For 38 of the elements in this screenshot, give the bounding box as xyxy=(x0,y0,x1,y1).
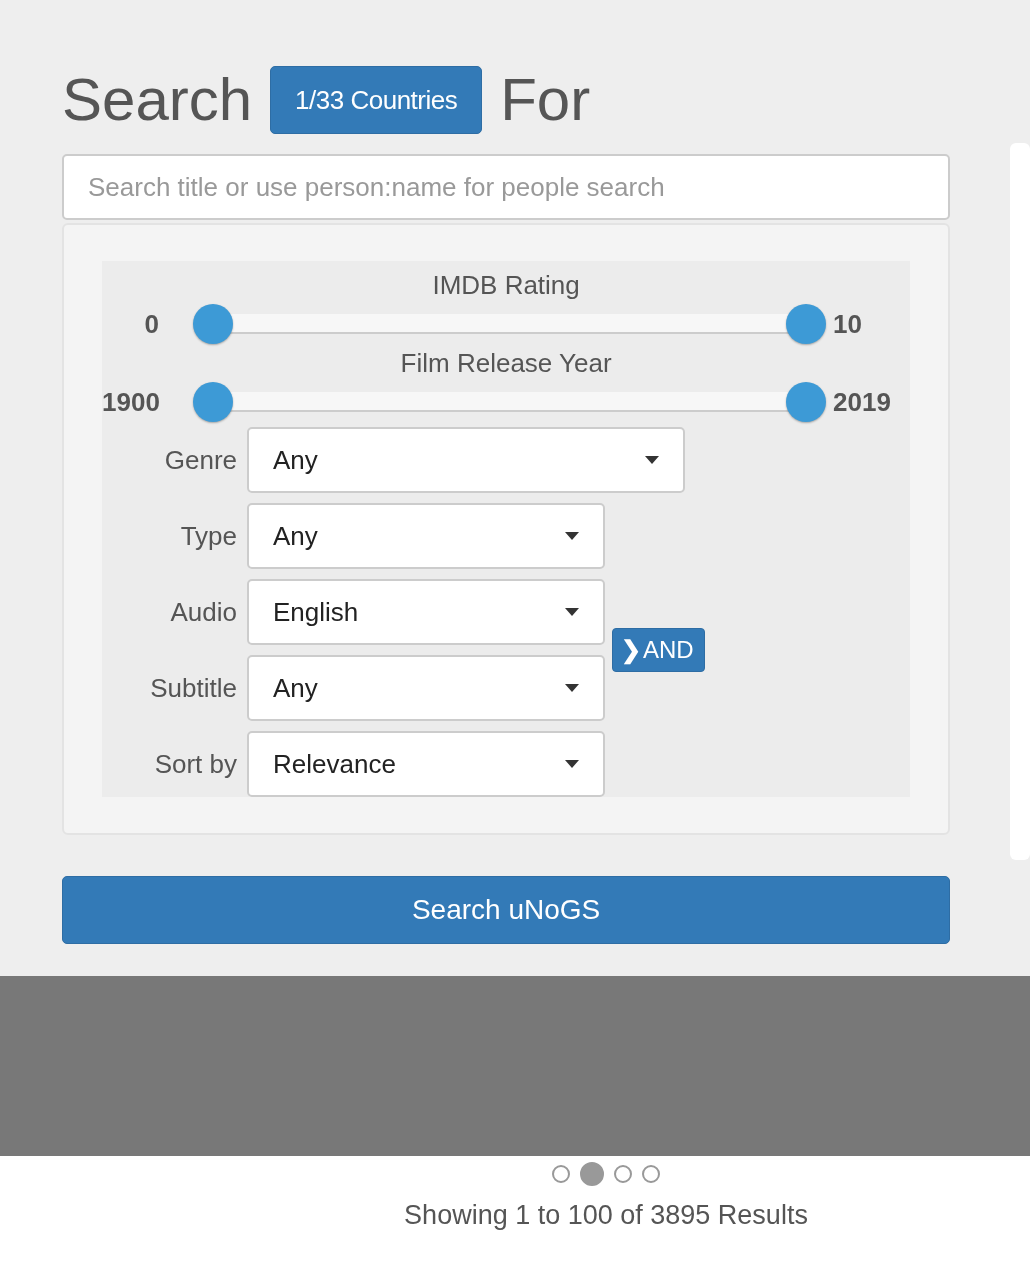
filter-label: Type xyxy=(179,520,238,552)
dropdown[interactable]: Any xyxy=(247,503,605,569)
dropdown[interactable]: Relevance xyxy=(247,731,605,797)
search-field[interactable]: Search title or use person:name for people search xyxy=(62,154,951,220)
filter-label: Sort by xyxy=(153,748,238,780)
filter-label: Audio xyxy=(169,596,238,628)
slider-thumb[interactable] xyxy=(786,304,826,344)
slider-min-value: 1900 xyxy=(102,386,161,418)
caret-icon xyxy=(565,684,579,692)
slider-thumb[interactable] xyxy=(786,382,826,422)
range-slider[interactable] xyxy=(193,304,826,344)
dropdown[interactable]: English xyxy=(247,579,605,645)
dropdown[interactable]: Any xyxy=(247,655,605,721)
search-button[interactable]: Search uNoGS xyxy=(62,876,951,944)
dropdown[interactable]: Any xyxy=(247,427,685,493)
carousel-dot[interactable] xyxy=(580,1162,604,1186)
caret-icon xyxy=(645,456,659,464)
caret-icon xyxy=(565,760,579,768)
results-count: Showing 1 to 100 of 3895 Results xyxy=(404,1200,808,1231)
slider-max-value: 2019 xyxy=(833,386,891,418)
caret-icon xyxy=(565,532,579,540)
slider-max-value: 10 xyxy=(833,308,862,340)
slider-thumb[interactable] xyxy=(193,304,233,344)
countries-button[interactable]: 1/33 Countries xyxy=(270,66,483,134)
heading-text: Search xyxy=(62,65,253,135)
and-button[interactable]: ❯AND xyxy=(612,628,705,672)
slider-thumb[interactable] xyxy=(193,382,233,422)
slider-label: IMDB Rating xyxy=(431,269,581,301)
heading-text: For xyxy=(500,65,591,135)
carousel-dot[interactable] xyxy=(552,1165,570,1183)
carousel-dot[interactable] xyxy=(642,1165,660,1183)
carousel-dot[interactable] xyxy=(614,1165,632,1183)
filter-label: Subtitle xyxy=(149,672,238,704)
caret-icon xyxy=(565,608,579,616)
range-slider[interactable] xyxy=(193,382,826,422)
filter-label: Genre xyxy=(163,444,238,476)
slider-label: Film Release Year xyxy=(399,347,613,379)
slider-min-value: 0 xyxy=(143,308,160,340)
